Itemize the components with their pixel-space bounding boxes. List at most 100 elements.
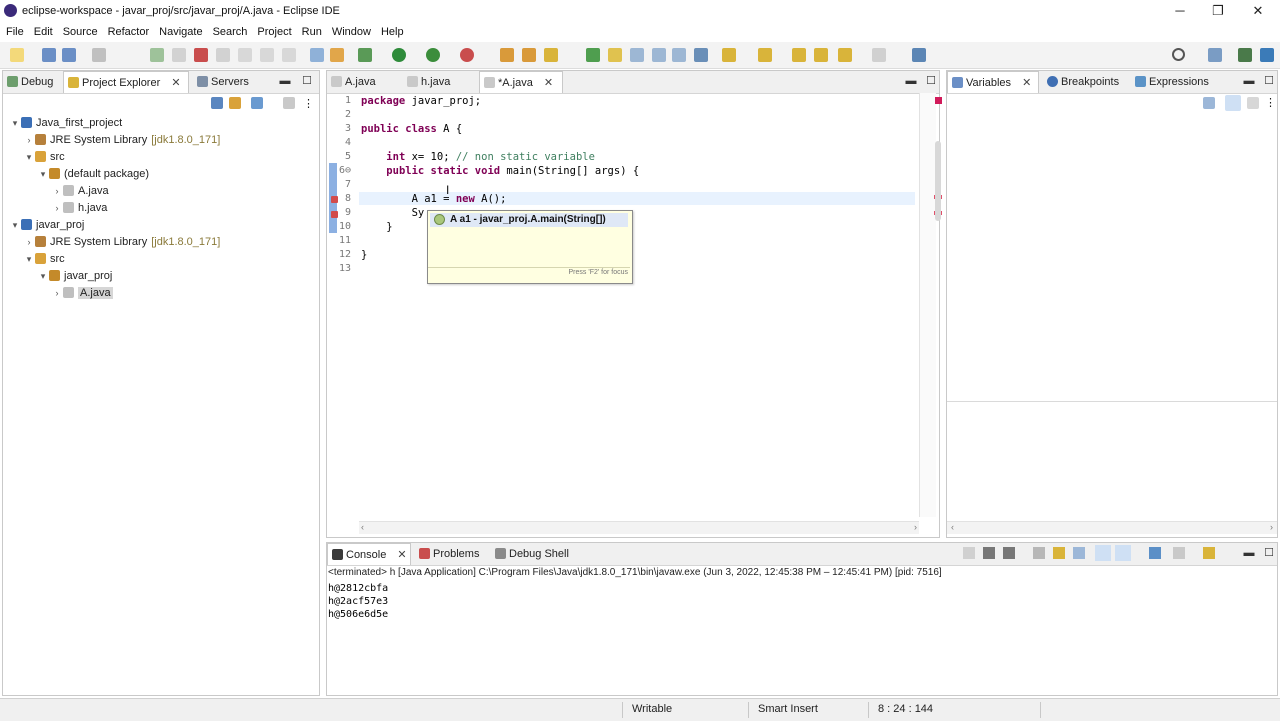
tab-project-explorer[interactable]: Project Explorer ✕	[63, 71, 189, 93]
step-into-icon[interactable]	[238, 48, 252, 62]
minimize-panel-icon[interactable]: ▬	[279, 75, 291, 87]
tree-item[interactable]: ▾ src	[23, 149, 65, 165]
annotation-icon[interactable]	[630, 48, 644, 62]
word-wrap-icon[interactable]	[1073, 547, 1085, 559]
code-line[interactable]: int x= 10; // non static variable	[361, 151, 595, 163]
minimize-panel-icon[interactable]: ▬	[1243, 75, 1255, 87]
link-editor-icon[interactable]	[229, 97, 241, 109]
perspective-java-icon[interactable]	[1208, 48, 1222, 62]
horizontal-scrollbar[interactable]: ‹ ›	[359, 521, 919, 534]
maximize-panel-icon[interactable]: ☐	[301, 75, 313, 87]
minimize-button[interactable]: ─	[1160, 0, 1200, 22]
minimize-panel-icon[interactable]: ▬	[1243, 547, 1255, 559]
menu-window[interactable]: Window	[328, 22, 375, 42]
display-console-icon[interactable]	[1173, 547, 1185, 559]
menu-source[interactable]: Source	[59, 22, 102, 42]
horizontal-scrollbar[interactable]: ‹ ›	[947, 521, 1277, 534]
view-menu-icon[interactable]: ⋮	[303, 97, 314, 110]
close-tab-icon[interactable]: ✕	[544, 77, 553, 89]
next-annotation-icon[interactable]	[722, 48, 736, 62]
pin-console-icon[interactable]	[1149, 547, 1161, 559]
pin-icon[interactable]	[694, 48, 708, 62]
collapse-all-icon[interactable]	[211, 97, 223, 109]
maximize-panel-icon[interactable]: ☐	[1263, 547, 1275, 559]
tree-item[interactable]: ▾ javar_proj	[37, 268, 112, 284]
show-on-stdout-icon[interactable]	[1095, 545, 1111, 561]
perspective-debug-icon[interactable]	[1238, 48, 1252, 62]
back-icon[interactable]	[814, 48, 828, 62]
collapse-all-variables-icon[interactable]	[1247, 97, 1259, 109]
new-java-project-icon[interactable]	[500, 48, 514, 62]
close-tab-icon[interactable]: ✕	[1022, 77, 1031, 89]
menu-navigate[interactable]: Navigate	[155, 22, 206, 42]
search-icon[interactable]	[1172, 48, 1185, 61]
maximize-panel-icon[interactable]: ☐	[1263, 75, 1275, 87]
external-tools-icon[interactable]	[460, 48, 474, 62]
terminate-icon[interactable]	[194, 48, 208, 62]
terminate-console-icon[interactable]	[963, 547, 975, 559]
coverage-icon[interactable]	[426, 48, 440, 62]
maximize-panel-icon[interactable]: ☐	[925, 75, 937, 87]
show-whitespace-icon[interactable]	[672, 48, 686, 62]
tree-item[interactable]: ▾ (default package)	[37, 166, 149, 182]
menu-project[interactable]: Project	[253, 22, 295, 42]
menu-help[interactable]: Help	[377, 22, 408, 42]
insert-mode-status[interactable]: Smart Insert	[758, 703, 818, 715]
show-on-stderr-icon[interactable]	[1115, 545, 1131, 561]
scroll-lock-icon[interactable]	[1053, 547, 1065, 559]
show-type-names-icon[interactable]	[1203, 97, 1215, 109]
close-window-button[interactable]: ✕	[1238, 0, 1278, 22]
remove-all-terminated-icon[interactable]	[1003, 547, 1015, 559]
resume-icon[interactable]	[150, 48, 164, 62]
expand-arrow-icon[interactable]: ▾	[37, 166, 49, 182]
remove-launch-icon[interactable]	[983, 547, 995, 559]
menu-file[interactable]: File	[2, 22, 28, 42]
collapse-arrow-icon[interactable]: ›	[51, 200, 63, 216]
expand-arrow-icon[interactable]: ▾	[9, 217, 21, 233]
open-console-icon[interactable]	[1203, 547, 1215, 559]
collapse-arrow-icon[interactable]: ›	[23, 132, 35, 148]
print-icon[interactable]	[92, 48, 106, 62]
tab-variables[interactable]: Variables ✕	[947, 71, 1039, 93]
forward-history-icon[interactable]	[872, 48, 886, 62]
menu-run[interactable]: Run	[298, 22, 326, 42]
focus-icon[interactable]	[283, 97, 295, 109]
tab-servers[interactable]: Servers	[193, 71, 281, 93]
tree-item[interactable]: › JRE System Library [jdk1.8.0_171]	[23, 234, 220, 250]
minimize-panel-icon[interactable]: ▬	[905, 75, 917, 87]
mark-occurrences-icon[interactable]	[652, 48, 666, 62]
tree-item[interactable]: ▾ javar_proj	[9, 217, 84, 233]
tree-item[interactable]: › JRE System Library [jdk1.8.0_171]	[23, 132, 220, 148]
restore-button[interactable]: ❐	[1198, 0, 1238, 22]
code-line[interactable]: Sy	[361, 207, 425, 219]
collapse-arrow-icon[interactable]: ›	[51, 285, 63, 301]
tab-h-java[interactable]: h.java	[403, 71, 481, 93]
save-icon[interactable]	[42, 48, 56, 62]
tree-item[interactable]: ▾ Java_first_project	[9, 115, 122, 131]
vertical-scrollbar[interactable]	[935, 141, 941, 221]
open-perspective-icon[interactable]	[912, 48, 926, 62]
expand-arrow-icon[interactable]: ▾	[23, 149, 35, 165]
code-line[interactable]: }	[361, 249, 367, 261]
new-icon[interactable]	[10, 48, 24, 62]
menu-search[interactable]: Search	[209, 22, 252, 42]
skip-breakpoints-icon[interactable]	[310, 48, 324, 62]
tab-a-java-dirty[interactable]: *A.java ✕	[479, 71, 563, 93]
save-all-icon[interactable]	[62, 48, 76, 62]
content-assist-item[interactable]: A a1 - javar_proj.A.main(String[])	[430, 213, 628, 227]
show-logical-structure-icon[interactable]	[1225, 95, 1241, 111]
perspective-ee-icon[interactable]	[1260, 48, 1274, 62]
tab-console[interactable]: Console ✕	[327, 543, 411, 565]
forward-icon[interactable]	[838, 48, 852, 62]
expand-arrow-icon[interactable]: ▾	[37, 268, 49, 284]
debug-run-icon[interactable]	[358, 48, 372, 62]
code-line[interactable]: A a1 = new A();	[361, 193, 507, 205]
step-over-icon[interactable]	[260, 48, 274, 62]
open-type-icon[interactable]	[586, 48, 600, 62]
collapse-arrow-icon[interactable]: ›	[23, 234, 35, 250]
tree-item[interactable]: › A.java	[51, 285, 113, 301]
tab-expressions[interactable]: Expressions	[1131, 71, 1235, 93]
search-tb-icon[interactable]	[608, 48, 622, 62]
menu-edit[interactable]: Edit	[30, 22, 57, 42]
tab-a-java[interactable]: A.java	[327, 71, 405, 93]
